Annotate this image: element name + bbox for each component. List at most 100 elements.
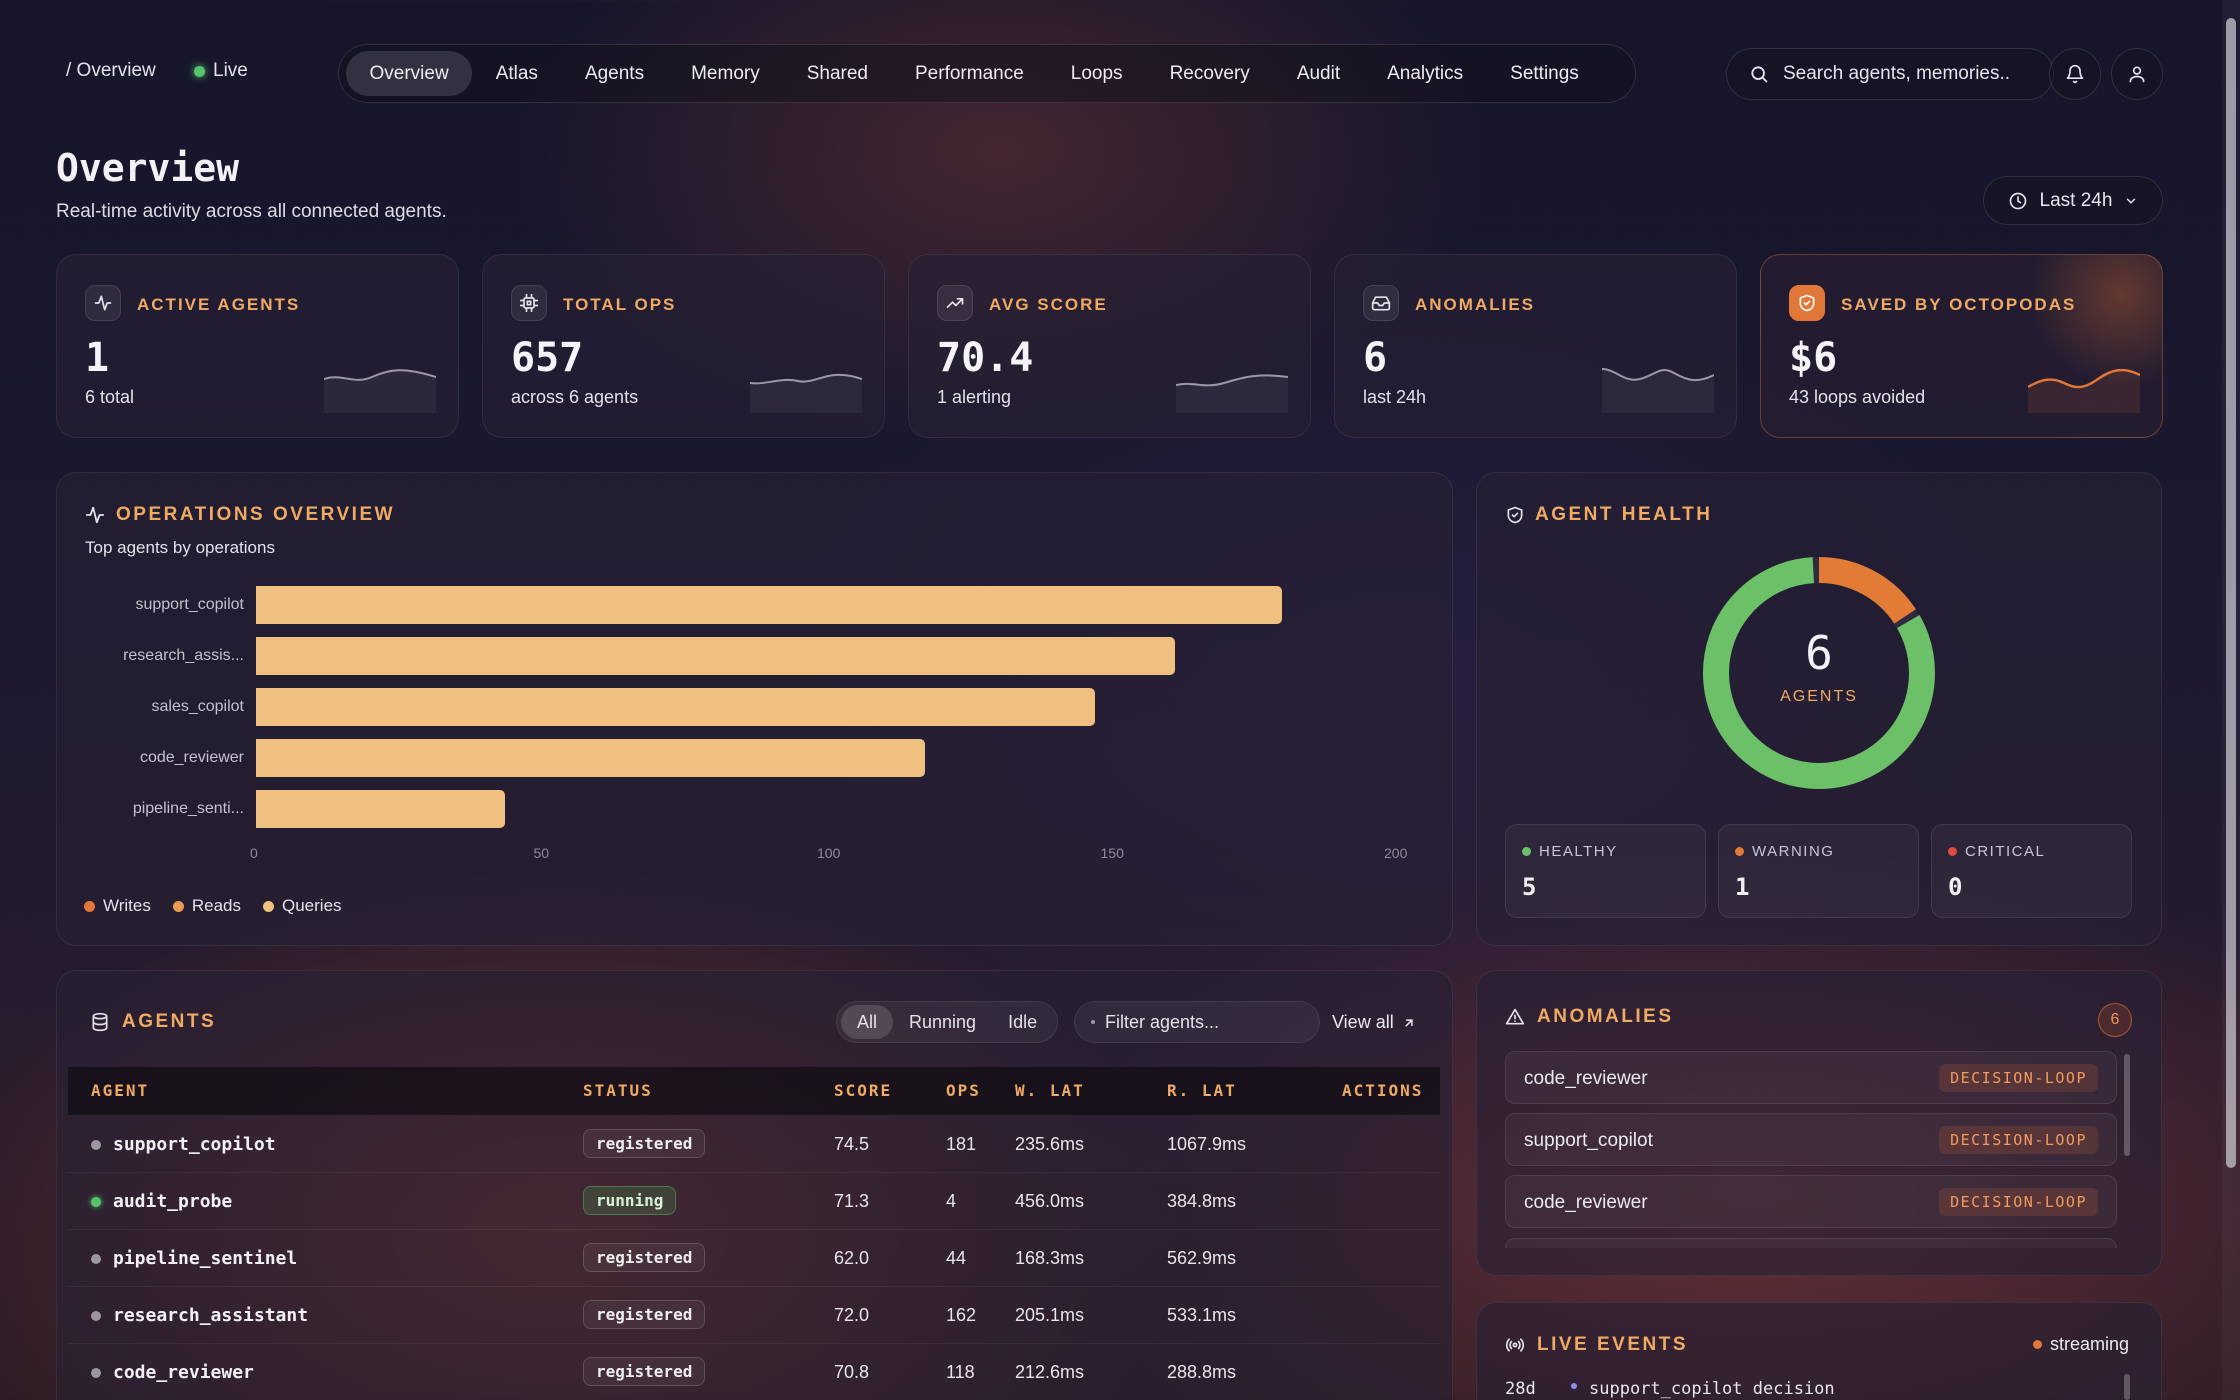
anomalies-title: ANOMALIES (1537, 1006, 1674, 1027)
agent-name[interactable]: audit_probe (113, 1191, 232, 1212)
stat-sub: 1 alerting (937, 387, 1012, 407)
arrow-up-right-icon (1405, 1018, 1413, 1027)
col-status: STATUS (583, 1081, 653, 1100)
agent-name[interactable]: code_reviewer (113, 1362, 254, 1383)
nav-atlas[interactable]: Atlas (472, 51, 561, 96)
col-actions: ACTIONS (1342, 1081, 1424, 1100)
legend-writes: Writes (84, 896, 151, 916)
operations-subtitle: Top agents by operations (85, 538, 275, 557)
warning-count: 1 (1735, 873, 1750, 901)
agent-ops: 162 (946, 1305, 977, 1325)
anomalies-scrollbar[interactable] (2124, 1054, 2130, 1156)
notifications-button[interactable] (2049, 48, 2101, 100)
anomaly-item[interactable]: code_reviewer DECISION-LOOP (1505, 1051, 2117, 1104)
nav-recovery[interactable]: Recovery (1146, 51, 1273, 96)
health-total-label: AGENTS (1780, 688, 1858, 705)
stat-sub: across 6 agents (511, 387, 639, 407)
table-row[interactable]: pipeline_sentinel registered 62.0 44 168… (68, 1230, 1440, 1287)
anomalies-header: ANOMALIES (1505, 1006, 1674, 1028)
stat-value: 657 (511, 335, 584, 381)
table-row[interactable]: support_copilot registered 74.5 181 235.… (68, 1116, 1440, 1173)
stat-sub: 6 total (85, 387, 135, 407)
nav-performance[interactable]: Performance (892, 51, 1048, 96)
nav-audit[interactable]: Audit (1273, 51, 1363, 96)
nav-memory[interactable]: Memory (668, 51, 784, 96)
live-indicator: Live (194, 60, 248, 82)
filter-all[interactable]: All (841, 1005, 894, 1039)
nav-analytics[interactable]: Analytics (1364, 51, 1487, 96)
agent-score: 62.0 (834, 1248, 870, 1268)
live-events-title: LIVE EVENTS (1537, 1334, 1689, 1355)
status-badge: registered (583, 1300, 706, 1329)
nav-settings[interactable]: Settings (1487, 51, 1603, 96)
table-row[interactable]: code_reviewer registered 70.8 118 212.6m… (68, 1344, 1440, 1400)
nav-loops[interactable]: Loops (1047, 51, 1146, 96)
page-scrollbar-thumb[interactable] (2226, 18, 2236, 1168)
shield-check-icon (1789, 285, 1825, 321)
live-label: Live (213, 60, 248, 81)
page-title: Overview (56, 146, 240, 190)
table-row[interactable]: audit_probe running 71.3 4 456.0ms 384.8… (68, 1173, 1440, 1230)
time-range-label: Last 24h (2039, 189, 2113, 211)
bar[interactable] (256, 790, 506, 828)
healthy-label: HEALTHY (1539, 843, 1618, 860)
bar[interactable] (256, 688, 1096, 726)
nav-overview[interactable]: Overview (346, 51, 473, 96)
bar[interactable] (256, 637, 1175, 675)
x-tick-label: 100 (817, 845, 841, 861)
anomaly-item[interactable]: support_copilot DECISION-LOOP (1505, 1113, 2117, 1166)
inbox-icon (1363, 285, 1399, 321)
stat-label: TOTAL OPS (563, 295, 677, 314)
activity-icon (85, 506, 105, 524)
status-dot (91, 1254, 101, 1264)
stat-card-avg-score: AVG SCORE 70.4 1 alerting (908, 254, 1311, 438)
trending-up-icon (937, 285, 973, 321)
stat-sub: 43 loops avoided (1789, 387, 1926, 407)
agent-name[interactable]: pipeline_sentinel (113, 1248, 297, 1269)
health-title: AGENT HEALTH (1535, 504, 1713, 525)
nav-shared[interactable]: Shared (783, 51, 891, 96)
search-input[interactable]: Search agents, memories.. (1726, 48, 2054, 100)
view-all-link[interactable]: View all (1332, 1012, 1416, 1033)
stat-label: AVG SCORE (989, 295, 1108, 314)
status-dot (91, 1311, 101, 1321)
agent-name[interactable]: support_copilot (113, 1134, 276, 1155)
search-placeholder: Search agents, memories.. (1783, 63, 2011, 84)
anomaly-agent: support_copilot (1524, 1130, 1653, 1151)
agent-name[interactable]: research_assistant (113, 1305, 308, 1326)
event-dot (1571, 1383, 1577, 1389)
filter-running[interactable]: Running (893, 1005, 992, 1039)
healthy-dot (1522, 847, 1531, 856)
x-tick-label: 200 (1384, 845, 1408, 861)
critical-label: CRITICAL (1965, 843, 2046, 860)
bar[interactable] (256, 586, 1283, 624)
agents-table-header: AGENT STATUS SCORE OPS W. LAT R. LAT ACT… (68, 1067, 1440, 1115)
radio-icon (1505, 1338, 1525, 1352)
stat-card-saved: SAVED BY OCTOPODAS $6 43 loops avoided (1760, 254, 2163, 438)
health-total: 6 (1805, 626, 1833, 680)
nav-agents[interactable]: Agents (561, 51, 667, 96)
events-scrollbar[interactable] (2124, 1374, 2130, 1400)
sparkline (2028, 368, 2140, 413)
time-range-select[interactable]: Last 24h (1983, 176, 2163, 225)
bar-label: sales_copilot (151, 698, 245, 715)
filter-idle[interactable]: Idle (992, 1005, 1053, 1039)
anomaly-item[interactable]: code_reviewer DECISION-LOOP (1505, 1175, 2117, 1228)
status-dot (91, 1197, 101, 1207)
col-rlat: R. LAT (1167, 1081, 1237, 1100)
sparkline (324, 369, 436, 413)
operations-header: OPERATIONS OVERVIEW (84, 504, 395, 526)
sparkline (750, 373, 862, 413)
profile-button[interactable] (2111, 48, 2163, 100)
status-dot (91, 1140, 101, 1150)
agent-ops: 44 (946, 1248, 967, 1268)
agents-filter-tabs: All Running Idle (836, 1001, 1059, 1043)
healthy-count: 5 (1522, 873, 1537, 901)
agent-write-latency: 205.1ms (1015, 1305, 1085, 1325)
stat-value: $6 (1789, 335, 1838, 381)
page-subtitle: Real-time activity across all connected … (56, 201, 447, 222)
table-row[interactable]: research_assistant registered 72.0 162 2… (68, 1287, 1440, 1344)
anomaly-agent: code_reviewer (1524, 1192, 1648, 1213)
filter-agents-input[interactable]: Filter agents... (1074, 1001, 1320, 1043)
bar[interactable] (256, 739, 926, 777)
